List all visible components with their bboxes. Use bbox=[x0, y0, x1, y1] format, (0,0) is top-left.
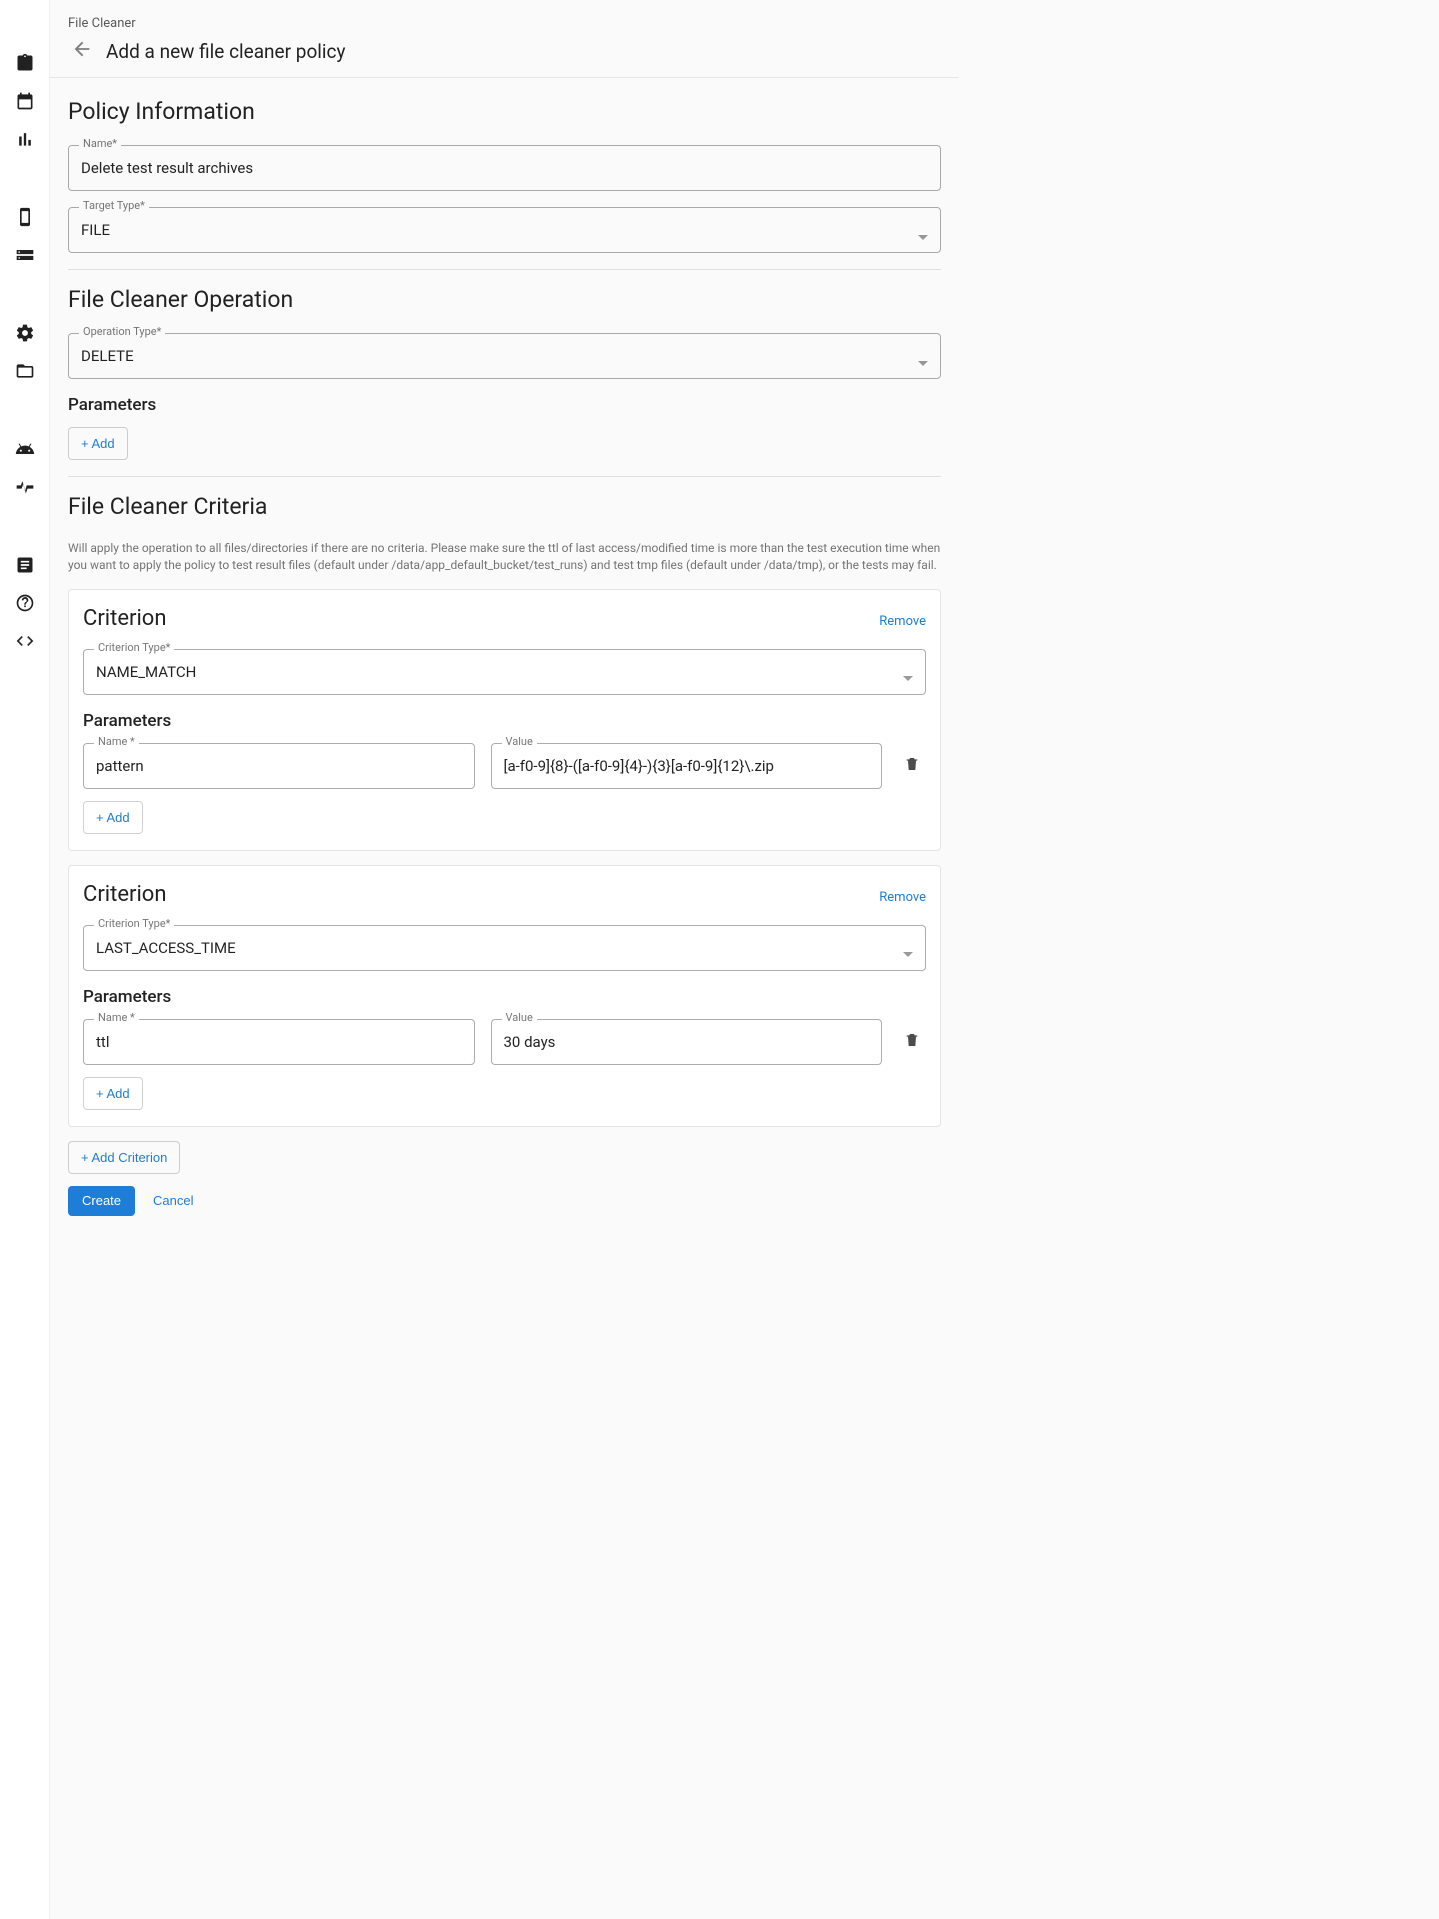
sidebar bbox=[0, 0, 50, 1919]
add-criterion-param-button[interactable]: + Add bbox=[83, 801, 143, 834]
criterion-type-value: NAME_MATCH bbox=[96, 663, 903, 681]
page-title: Add a new file cleaner policy bbox=[106, 40, 345, 63]
heartbeat-icon bbox=[15, 477, 35, 501]
help-icon bbox=[15, 593, 35, 617]
create-button[interactable]: Create bbox=[68, 1186, 135, 1216]
remove-criterion-button[interactable]: Remove bbox=[879, 890, 926, 905]
criterion-card: Criterion Remove Criterion Type* LAST_AC… bbox=[68, 865, 941, 1127]
section-operation-title: File Cleaner Operation bbox=[68, 286, 941, 313]
nav-calendar[interactable] bbox=[0, 84, 50, 122]
nav-help[interactable] bbox=[0, 586, 50, 624]
article-icon bbox=[15, 555, 35, 579]
remove-criterion-button[interactable]: Remove bbox=[879, 614, 926, 629]
param-name-field[interactable]: Name * bbox=[83, 743, 475, 789]
add-criterion-button[interactable]: + Add Criterion bbox=[68, 1141, 180, 1174]
delete-param-button[interactable] bbox=[898, 1031, 926, 1053]
param-value-field[interactable]: Value bbox=[491, 743, 883, 789]
param-name-field[interactable]: Name * bbox=[83, 1019, 475, 1065]
chevron-down-icon bbox=[918, 354, 928, 359]
android-icon bbox=[15, 439, 35, 463]
criterion-type-value: LAST_ACCESS_TIME bbox=[96, 939, 903, 957]
target-type-value: FILE bbox=[81, 221, 918, 239]
calendar-icon bbox=[15, 91, 35, 115]
header: File Cleaner Add a new file cleaner poli… bbox=[50, 0, 959, 78]
chevron-down-icon bbox=[903, 669, 913, 674]
criterion-type-label: Criterion Type* bbox=[94, 918, 174, 929]
nav-folder[interactable] bbox=[0, 354, 50, 392]
trash-icon bbox=[904, 755, 920, 777]
back-button[interactable] bbox=[68, 37, 96, 65]
criteria-description: Will apply the operation to all files/di… bbox=[68, 540, 941, 575]
delete-param-button[interactable] bbox=[898, 755, 926, 777]
target-type-field[interactable]: Target Type* FILE bbox=[68, 207, 941, 253]
nav-article[interactable] bbox=[0, 548, 50, 586]
criterion-card: Criterion Remove Criterion Type* NAME_MA… bbox=[68, 589, 941, 851]
divider bbox=[68, 476, 941, 477]
param-value-label: Value bbox=[502, 1012, 537, 1023]
code-icon bbox=[15, 631, 35, 655]
section-policy-info-title: Policy Information bbox=[68, 98, 941, 125]
arrow-back-icon bbox=[71, 38, 93, 64]
phone-icon bbox=[15, 207, 35, 231]
breadcrumb: File Cleaner bbox=[68, 16, 941, 31]
param-value-field[interactable]: Value bbox=[491, 1019, 883, 1065]
trash-icon bbox=[904, 1031, 920, 1053]
criterion-type-field[interactable]: Criterion Type* NAME_MATCH bbox=[83, 649, 926, 695]
nav-code[interactable] bbox=[0, 624, 50, 662]
name-input[interactable] bbox=[81, 159, 928, 177]
folder-icon bbox=[15, 361, 35, 385]
operation-type-field[interactable]: Operation Type* DELETE bbox=[68, 333, 941, 379]
criterion-params-title: Parameters bbox=[83, 987, 926, 1007]
chevron-down-icon bbox=[918, 228, 928, 233]
target-type-label: Target Type* bbox=[79, 200, 149, 211]
storage-icon bbox=[15, 245, 35, 269]
divider bbox=[68, 269, 941, 270]
operation-type-value: DELETE bbox=[81, 347, 918, 365]
criterion-title: Criterion bbox=[83, 882, 167, 907]
bar-chart-icon bbox=[15, 129, 35, 153]
criterion-type-label: Criterion Type* bbox=[94, 642, 174, 653]
param-name-input[interactable] bbox=[96, 757, 462, 775]
add-operation-param-button[interactable]: + Add bbox=[68, 427, 128, 460]
operation-type-label: Operation Type* bbox=[79, 326, 165, 337]
nav-heartbeat[interactable] bbox=[0, 470, 50, 508]
param-name-input[interactable] bbox=[96, 1033, 462, 1051]
param-name-label: Name * bbox=[94, 1012, 139, 1023]
name-field-label: Name* bbox=[79, 138, 121, 149]
param-value-label: Value bbox=[502, 736, 537, 747]
param-value-input[interactable] bbox=[504, 757, 870, 775]
param-value-input[interactable] bbox=[504, 1033, 870, 1051]
nav-barchart[interactable] bbox=[0, 122, 50, 160]
nav-clipboard[interactable] bbox=[0, 46, 50, 84]
criterion-title: Criterion bbox=[83, 606, 167, 631]
add-criterion-param-button[interactable]: + Add bbox=[83, 1077, 143, 1110]
clipboard-icon bbox=[15, 53, 35, 77]
nav-android[interactable] bbox=[0, 432, 50, 470]
param-row: Name * Value bbox=[83, 743, 926, 789]
param-name-label: Name * bbox=[94, 736, 139, 747]
nav-settings[interactable] bbox=[0, 316, 50, 354]
nav-phone[interactable] bbox=[0, 200, 50, 238]
section-criteria-title: File Cleaner Criteria bbox=[68, 493, 941, 520]
param-row: Name * Value bbox=[83, 1019, 926, 1065]
name-field[interactable]: Name* bbox=[68, 145, 941, 191]
chevron-down-icon bbox=[903, 945, 913, 950]
cancel-button[interactable]: Cancel bbox=[143, 1186, 203, 1216]
nav-storage[interactable] bbox=[0, 238, 50, 276]
gear-icon bbox=[15, 323, 35, 347]
operation-parameters-title: Parameters bbox=[68, 395, 941, 415]
criterion-params-title: Parameters bbox=[83, 711, 926, 731]
criterion-type-field[interactable]: Criterion Type* LAST_ACCESS_TIME bbox=[83, 925, 926, 971]
